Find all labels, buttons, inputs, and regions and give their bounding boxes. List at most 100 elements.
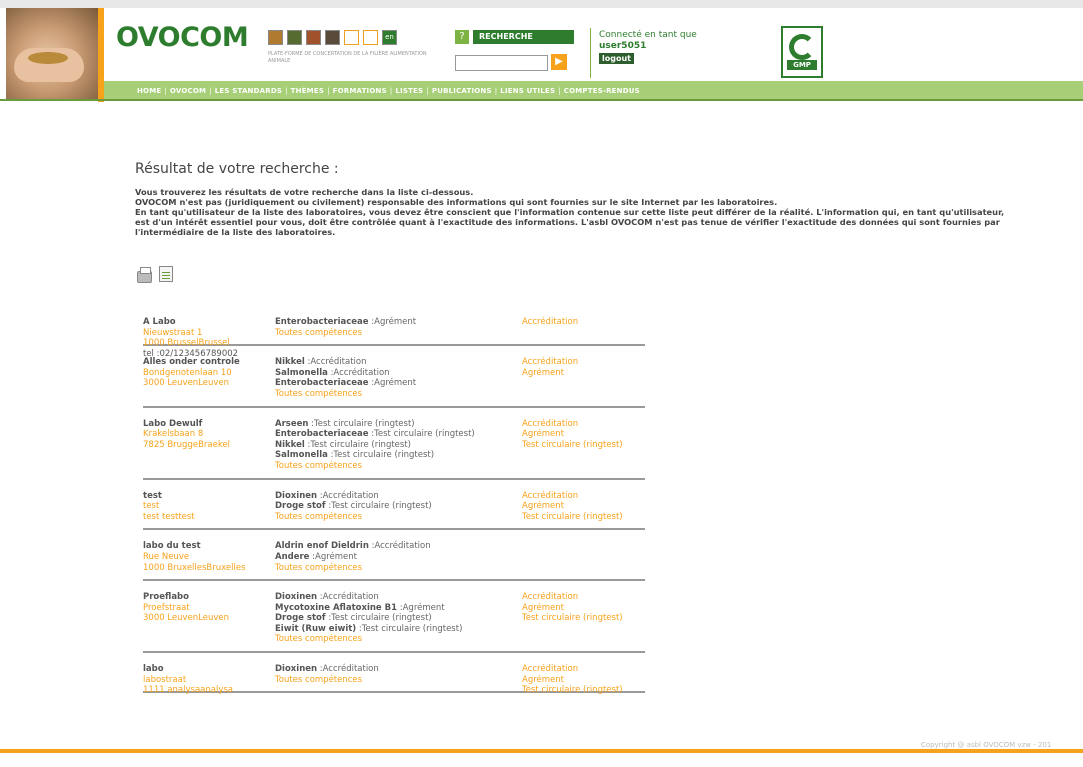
competence-item: Enterobacteriaceae [275, 429, 369, 440]
status-link[interactable]: Accréditation [522, 664, 645, 675]
lab-address-line: 7825 BruggeBraekel [143, 439, 231, 450]
competence-type: :Accréditation [319, 490, 379, 501]
lab-name: Proeflabo [143, 592, 189, 603]
competence-type: :Accréditation [319, 592, 379, 603]
lab-address-line: 1000 BruxellesBruxelles [143, 562, 246, 573]
lab-name: labo [143, 664, 164, 675]
gmp-logo[interactable]: GMP [781, 26, 823, 78]
status-link[interactable]: Agrément [522, 501, 645, 512]
nav-useful-links[interactable]: LIENS UTILES [500, 87, 555, 95]
competence-item: Droge stof [275, 501, 326, 512]
username: user5051 [599, 41, 647, 51]
language-en-icon[interactable]: en [382, 30, 397, 45]
nav-home[interactable]: HOME [137, 87, 161, 95]
footer-line [0, 749, 1083, 753]
all-competences-link[interactable]: Toutes compétences [275, 563, 520, 574]
logout-button[interactable]: logout [599, 53, 634, 64]
lab-address-line: 3000 LeuvenLeuven [143, 613, 230, 624]
all-competences-link[interactable]: Toutes compétences [275, 389, 520, 400]
competence-type: :Accréditation [371, 541, 431, 552]
nav-publications[interactable]: PUBLICATIONS [432, 87, 492, 95]
status-link[interactable]: Test circulaire (ringtest) [522, 440, 645, 451]
status-link[interactable]: Accréditation [522, 357, 645, 368]
status-link[interactable]: Agrément [522, 675, 645, 686]
status-link[interactable]: Agrément [522, 368, 645, 379]
status-link[interactable]: Agrément [522, 429, 645, 440]
chart-icon[interactable] [344, 30, 359, 45]
export-excel-icon[interactable] [159, 266, 173, 282]
competence-type: :Accréditation [330, 367, 390, 378]
search-input[interactable] [455, 55, 548, 71]
copyright: Copyright @ asbl OVOCOM vzw - 201 [921, 741, 1052, 749]
lab-address-line: test testtest [143, 511, 195, 522]
connected-label: Connecté en tant que [599, 30, 697, 40]
lab-name: labo du test [143, 541, 201, 552]
status-link[interactable]: Accréditation [522, 491, 645, 502]
lab-address-line: 1111 analysaanalysa [143, 685, 234, 696]
competence-item: Droge stof [275, 613, 326, 624]
competence-type: :Agrément [399, 602, 445, 613]
status-link[interactable]: Accréditation [522, 419, 645, 430]
status-link[interactable]: Test circulaire (ringtest) [522, 512, 645, 523]
competence-item: Mycotoxine Aflatoxine B1 [275, 602, 398, 613]
lab-row: A Labo Nieuwstraat 1 1000 BrusselBrussel… [143, 316, 645, 359]
competence-type: :Accréditation [319, 664, 379, 675]
lab-row: labo du test Rue Neuve 1000 BruxellesBru… [143, 540, 645, 582]
competence-item: Dioxinen [275, 592, 318, 603]
lab-row: test test test testtest Dioxinen :Accréd… [143, 490, 645, 531]
competence-item: Salmonella [275, 450, 328, 461]
status-link[interactable]: Accréditation [522, 317, 645, 328]
feed-grain-icon[interactable] [268, 30, 283, 45]
header-photo [6, 8, 98, 100]
feed-bag-icon[interactable] [325, 30, 340, 45]
all-competences-link[interactable]: Toutes compétences [275, 512, 520, 523]
all-competences-link[interactable]: Toutes compétences [275, 675, 520, 686]
nav-reports[interactable]: COMPTES-RENDUS [564, 87, 640, 95]
nav-themes[interactable]: THÈMES [291, 87, 324, 95]
competence-type: :Agrément [371, 317, 417, 327]
lab-row: Proeflabo Proefstraat 3000 LeuvenLeuven … [143, 591, 645, 654]
competence-type: :Agrément [312, 551, 357, 562]
competence-item: Dioxinen [275, 664, 318, 675]
lab-address-line: Bondgenotenlaan 10 [143, 367, 232, 378]
feed-pellet-icon[interactable] [287, 30, 302, 45]
competence-type: :Test circulaire (ringtest) [330, 450, 435, 461]
document-icon[interactable] [363, 30, 378, 45]
competence-type: :Test circulaire (ringtest) [358, 623, 463, 634]
lab-name: Alles onder controle [143, 357, 240, 368]
nav-ovocom[interactable]: OVOCOM [170, 87, 206, 95]
search-submit-button[interactable]: ▶ [551, 54, 567, 70]
nav-lists[interactable]: LISTES [395, 87, 423, 95]
lab-address-line: labostraat [143, 674, 187, 685]
lab-address-line: test [143, 501, 160, 512]
all-competences-link[interactable]: Toutes compétences [275, 328, 520, 339]
feed-mix-icon[interactable] [306, 30, 321, 45]
all-competences-link[interactable]: Toutes compétences [275, 634, 520, 645]
ovocom-logo[interactable]: OVOCOM [116, 22, 249, 53]
print-icon[interactable] [137, 267, 152, 283]
lab-row: Alles onder controle Bondgenotenlaan 10 … [143, 356, 645, 408]
competence-type: :Test circulaire (ringtest) [328, 501, 432, 512]
lab-name: Labo Dewulf [143, 418, 203, 429]
lab-name: test [143, 490, 162, 501]
competence-type: :Test circulaire (ringtest) [328, 613, 432, 624]
status-link[interactable]: Test circulaire (ringtest) [522, 685, 645, 696]
lab-name: A Labo [143, 317, 176, 327]
lab-results-list: A Labo Nieuwstraat 1 1000 BrusselBrussel… [143, 316, 645, 703]
all-competences-link[interactable]: Toutes compétences [275, 461, 520, 472]
competence-item: Nikkel [275, 439, 305, 450]
search-help-icon[interactable]: ? [455, 30, 469, 44]
lab-address-line: Rue Neuve [143, 551, 190, 562]
status-link[interactable]: Accréditation [522, 592, 645, 603]
nav-formations[interactable]: FORMATIONS [333, 87, 387, 95]
nav-underline [0, 99, 1083, 101]
competence-item: Eiwit (Ruw eiwit) [275, 623, 357, 634]
competence-item: Andere [275, 551, 310, 562]
competence-type: :Test circulaire (ringtest) [307, 439, 411, 450]
status-link[interactable]: Test circulaire (ringtest) [522, 613, 645, 624]
competence-item: Aldrin enof Dieldrin [275, 541, 369, 552]
lab-address-line: 1000 BrusselBrussel [143, 338, 230, 349]
nav-standards[interactable]: LES STANDARDS [215, 87, 282, 95]
status-link[interactable]: Agrément [522, 603, 645, 614]
category-icons: en [268, 30, 397, 45]
